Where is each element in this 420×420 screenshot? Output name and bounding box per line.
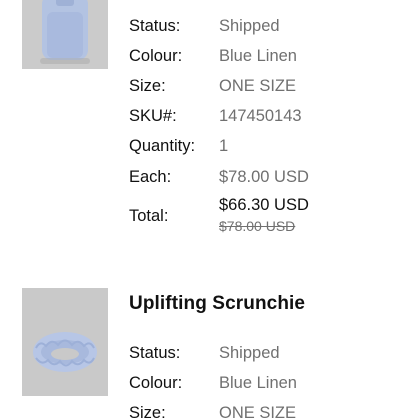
size-label: Size: <box>129 77 166 95</box>
total-price: $66.30 USD <box>219 196 309 214</box>
status-value: Shipped <box>219 17 280 35</box>
product-image[interactable] <box>22 288 108 396</box>
colour-label: Colour: <box>129 374 183 392</box>
quantity-value: 1 <box>219 137 229 155</box>
size-value: ONE SIZE <box>219 404 297 420</box>
sku-label: SKU#: <box>129 107 177 125</box>
status-value: Shipped <box>219 344 280 362</box>
each-label: Each: <box>129 168 172 186</box>
backpack-image <box>22 0 108 69</box>
original-price-strikethrough: $78.00 USD <box>219 218 296 234</box>
product-image[interactable] <box>22 0 108 69</box>
status-label: Status: <box>129 17 181 35</box>
scrunchie-image <box>22 288 108 396</box>
status-label: Status: <box>129 344 181 362</box>
colour-value: Blue Linen <box>219 47 297 65</box>
sku-value: 147450143 <box>219 107 302 125</box>
colour-label: Colour: <box>129 47 183 65</box>
order-items-list: Status: Shipped Colour: Blue Linen Size:… <box>0 0 420 420</box>
size-value: ONE SIZE <box>219 77 297 95</box>
total-label: Total: <box>129 207 169 225</box>
size-label: Size: <box>129 404 166 420</box>
colour-value: Blue Linen <box>219 374 297 392</box>
each-price: $78.00 USD <box>219 168 309 186</box>
quantity-label: Quantity: <box>129 137 196 155</box>
product-title[interactable]: Uplifting Scrunchie <box>129 293 305 315</box>
